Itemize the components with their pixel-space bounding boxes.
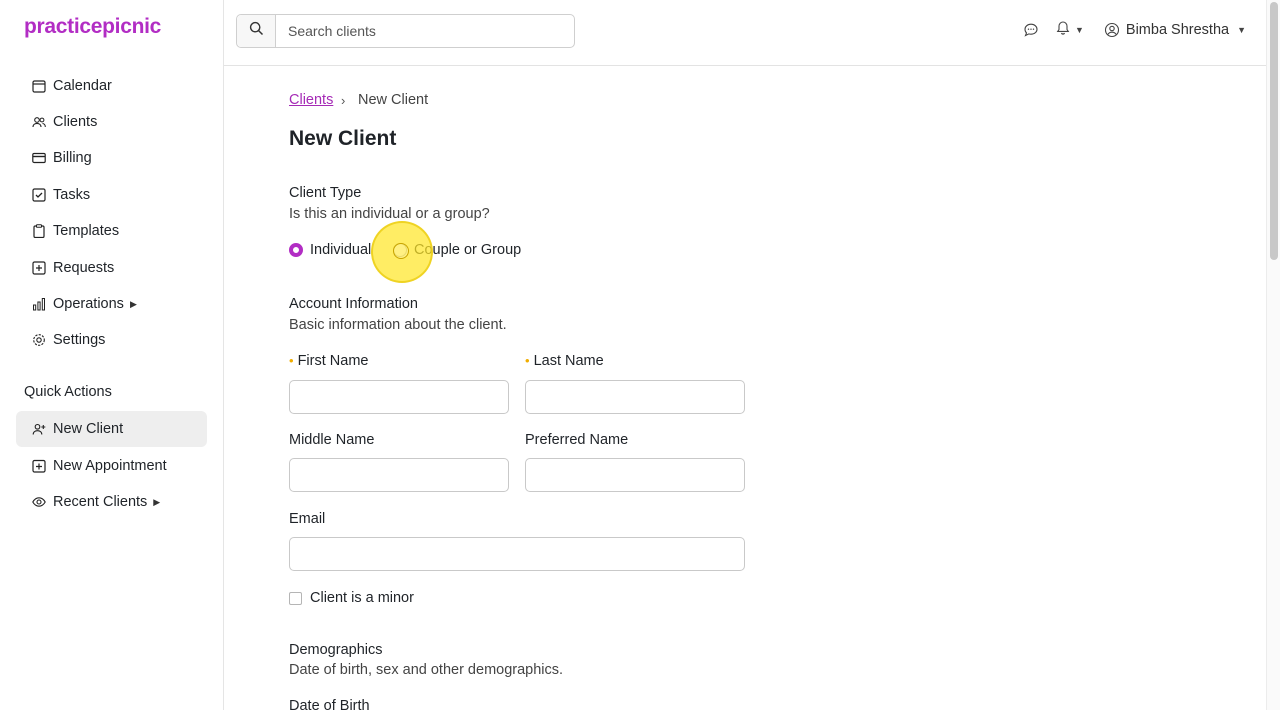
topbar-actions: ▼ Bimba Shrestha ▼ <box>1023 20 1246 40</box>
quick-action-label: New Appointment <box>53 458 167 474</box>
scrollbar[interactable] <box>1266 0 1280 710</box>
account-info-subtitle: Basic information about the client. <box>289 317 507 333</box>
sidebar-item-label: Billing <box>53 150 92 166</box>
first-name-label: • First Name <box>289 353 369 369</box>
search-box <box>236 14 575 48</box>
radio-label: Individual <box>310 242 372 258</box>
sidebar-item-requests[interactable]: Requests <box>16 250 207 286</box>
caret-right-icon: ▶ <box>129 298 137 309</box>
demographics-heading: Demographics <box>289 642 383 658</box>
first-name-field[interactable] <box>289 380 509 414</box>
calendar-icon <box>32 79 46 93</box>
email-label: Email <box>289 511 326 527</box>
caret-right-icon: ▶ <box>153 496 161 507</box>
middle-name-label: Middle Name <box>289 432 375 448</box>
middle-name-field[interactable] <box>289 458 509 492</box>
sidebar-item-label: Operations <box>53 296 124 312</box>
page-title: New Client <box>289 127 397 150</box>
last-name-field[interactable] <box>525 380 745 414</box>
required-indicator: • <box>289 353 294 368</box>
radio-selected-indicator <box>289 243 303 257</box>
cursor-ring <box>393 243 409 259</box>
sidebar-item-tasks[interactable]: Tasks <box>16 177 207 213</box>
account-info-heading: Account Information <box>289 296 418 312</box>
sidebar-item-label: Requests <box>53 260 115 276</box>
scrollbar-thumb[interactable] <box>1270 2 1278 260</box>
quick-action-new-appointment[interactable]: New Appointment <box>16 448 207 484</box>
radio-individual[interactable]: Individual <box>289 242 371 258</box>
user-plus-icon <box>32 422 46 436</box>
chat-icon[interactable] <box>1023 22 1039 38</box>
preferred-name-field[interactable] <box>525 458 745 492</box>
client-type-subtitle: Is this an individual or a group? <box>289 206 490 222</box>
checkbox-box <box>289 591 302 605</box>
main-content: Clients › New Client New Client Client T… <box>224 66 1266 710</box>
sidebar-item-label: Calendar <box>53 78 112 94</box>
sidebar-item-operations[interactable]: Operations ▶ <box>16 286 207 322</box>
sidebar-item-calendar[interactable]: Calendar <box>16 68 207 104</box>
user-menu[interactable]: Bimba Shrestha ▼ <box>1104 22 1246 38</box>
quick-actions-heading: Quick Actions <box>24 384 112 400</box>
notifications-dropdown[interactable]: ▼ <box>1055 20 1084 40</box>
preferred-name-label: Preferred Name <box>525 432 629 448</box>
breadcrumb-separator: › <box>341 93 346 108</box>
credit-card-icon <box>32 151 46 165</box>
sidebar: practicepicnic Calendar Clients Billing … <box>0 0 224 710</box>
calendar-plus-icon <box>32 459 46 473</box>
breadcrumb-current: New Client <box>358 92 429 108</box>
sidebar-item-label: Clients <box>53 114 98 130</box>
bell-icon <box>1055 20 1071 40</box>
topbar: ▼ Bimba Shrestha ▼ <box>224 0 1266 66</box>
quick-action-new-client[interactable]: New Client <box>16 411 207 447</box>
quick-action-label: Recent Clients <box>53 494 148 510</box>
chevron-down-icon: ▼ <box>1237 25 1246 35</box>
clipboard-icon <box>32 224 46 238</box>
sidebar-item-templates[interactable]: Templates <box>16 213 207 249</box>
client-minor-checkbox[interactable]: Client is a minor <box>289 590 414 606</box>
sidebar-item-settings[interactable]: Settings <box>16 322 207 358</box>
client-type-heading: Client Type <box>289 185 362 201</box>
chevron-down-icon: ▼ <box>1074 25 1084 35</box>
last-name-label: • Last Name <box>525 353 604 369</box>
demographics-subtitle: Date of birth, sex and other demographic… <box>289 662 564 678</box>
checkbox-label: Client is a minor <box>310 590 414 606</box>
eye-icon <box>32 495 46 509</box>
bar-chart-icon <box>32 297 46 311</box>
checkbox-icon <box>32 188 46 202</box>
sidebar-item-label: Templates <box>53 223 120 239</box>
user-name: Bimba Shrestha <box>1125 22 1230 38</box>
email-field[interactable] <box>289 537 745 571</box>
sidebar-item-clients[interactable]: Clients <box>16 104 207 140</box>
app-logo[interactable]: practicepicnic <box>24 15 161 39</box>
quick-action-label: New Client <box>53 421 124 437</box>
sidebar-item-label: Settings <box>53 332 106 348</box>
search-button[interactable] <box>237 15 276 47</box>
dob-label: Date of Birth <box>289 698 370 710</box>
search-input[interactable] <box>276 15 574 47</box>
plus-square-icon <box>32 261 46 275</box>
required-indicator: • <box>525 353 530 368</box>
users-icon <box>32 115 46 129</box>
user-circle-icon <box>1104 22 1120 38</box>
breadcrumb-clients-link[interactable]: Clients <box>289 92 333 108</box>
gear-icon <box>32 333 46 347</box>
quick-action-recent-clients[interactable]: Recent Clients ▶ <box>16 484 207 520</box>
search-icon <box>249 21 264 41</box>
sidebar-item-billing[interactable]: Billing <box>16 140 207 176</box>
sidebar-item-label: Tasks <box>53 187 91 203</box>
